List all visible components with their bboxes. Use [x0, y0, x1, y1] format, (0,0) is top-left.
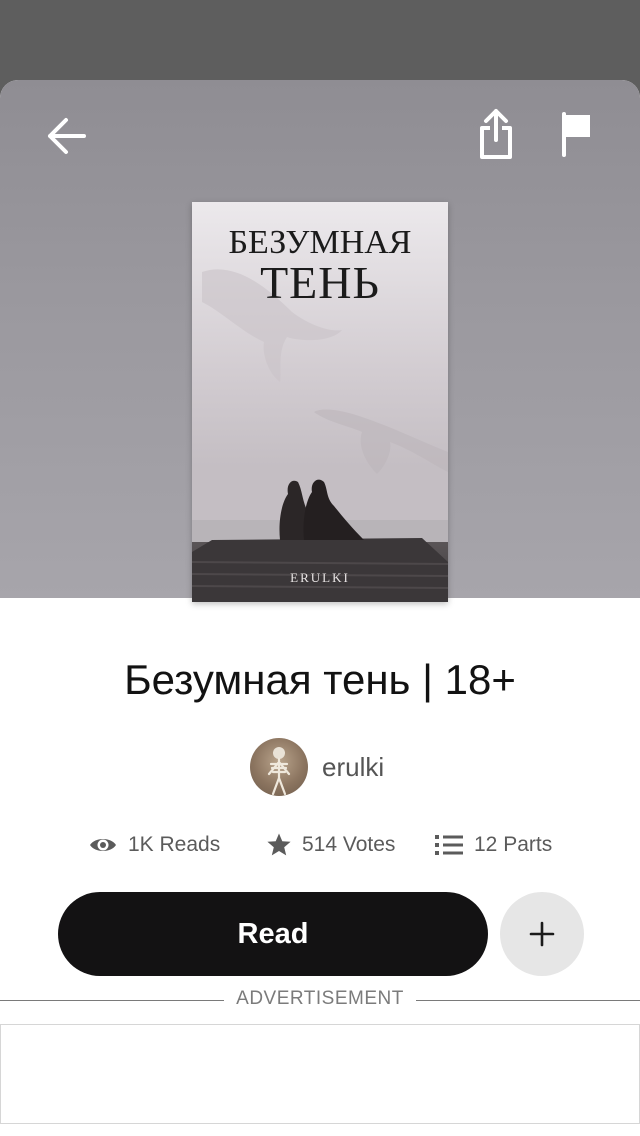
cover-title-line2: ТЕНЬ — [260, 257, 380, 308]
share-button[interactable] — [468, 106, 524, 162]
add-to-library-button[interactable] — [500, 892, 584, 976]
story-stats: 1K Reads 514 Votes 12 Parts — [88, 825, 568, 865]
parts-count: 12 Parts — [474, 833, 553, 856]
votes-count: 514 Votes — [302, 833, 396, 856]
ad-slot[interactable] — [0, 1024, 640, 1124]
reads-stat: 1K Reads — [88, 833, 266, 857]
plus-icon — [529, 921, 555, 947]
author-link[interactable]: erulki — [250, 738, 384, 796]
reads-count: 1K Reads — [128, 833, 221, 856]
story-sheet: БЕЗУМНАЯ ТЕНЬ ERULKI Безумная тень | 18+… — [0, 80, 640, 1136]
skeleton-avatar-image — [267, 747, 291, 796]
book-cover[interactable]: БЕЗУМНАЯ ТЕНЬ ERULKI — [192, 202, 448, 602]
divider-line-right — [416, 1000, 640, 1001]
star-icon — [267, 833, 291, 856]
cover-author: ERULKI — [290, 570, 350, 585]
avatar[interactable] — [250, 738, 308, 796]
flag-icon — [562, 112, 590, 157]
author-name: erulki — [322, 751, 385, 782]
eye-icon — [90, 839, 116, 851]
votes-stat: 514 Votes — [266, 832, 434, 858]
list-icon — [435, 835, 463, 855]
share-icon — [480, 109, 512, 159]
ad-label: ADVERTISEMENT — [236, 988, 404, 1009]
ad-divider: ADVERTISEMENT — [0, 988, 640, 1014]
report-button[interactable] — [548, 106, 604, 162]
story-title: Безумная тень | 18+ — [124, 656, 516, 703]
divider-line-left — [0, 1000, 224, 1001]
back-button[interactable] — [36, 108, 92, 164]
parts-stat: 12 Parts — [434, 833, 552, 857]
story-details-screen: БЕЗУМНАЯ ТЕНЬ ERULKI Безумная тень | 18+… — [0, 0, 640, 1136]
read-button[interactable]: Read — [58, 892, 488, 976]
arrow-left-icon — [48, 118, 86, 154]
